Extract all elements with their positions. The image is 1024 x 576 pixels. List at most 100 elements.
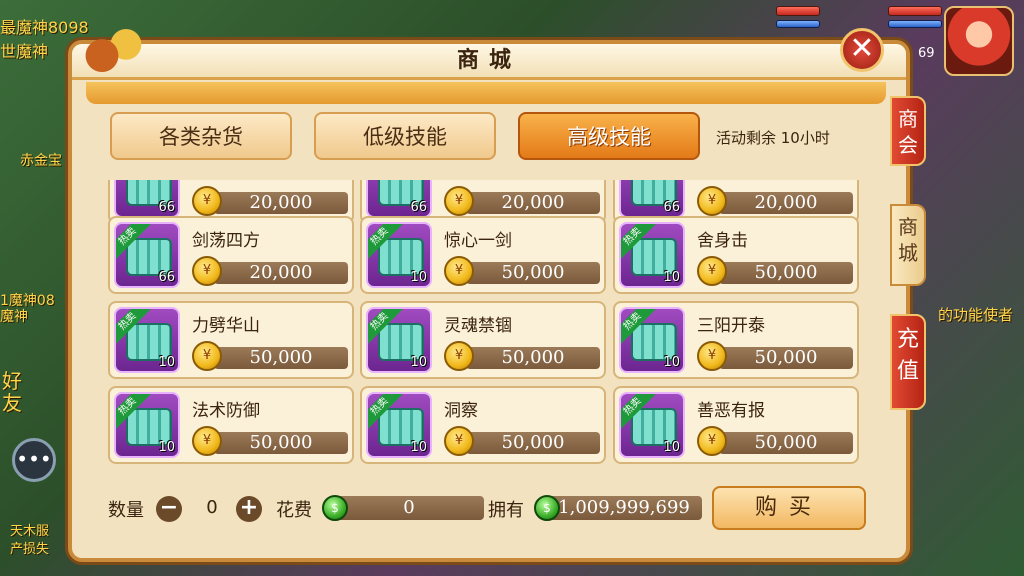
npc-label: 世魔神 <box>0 42 49 61</box>
item-card[interactable]: 热卖 10 灵魂禁锢 50,000 ¥ <box>360 301 606 379</box>
player-avatar[interactable] <box>944 6 1014 76</box>
shop-title-bar: 商城 <box>72 44 906 80</box>
item-price: 50,000 <box>719 432 853 454</box>
item-quantity: 10 <box>410 440 427 455</box>
side-tab-recharge[interactable]: 充值 <box>890 314 926 410</box>
item-card[interactable]: 热卖 10 惊心一剑 50,000 ¥ <box>360 216 606 294</box>
gold-coin-icon: ¥ <box>444 186 474 216</box>
skill-book-icon: 热卖 10 <box>619 307 685 373</box>
item-card[interactable]: 热卖 10 三阳开泰 50,000 ¥ <box>613 301 859 379</box>
item-quantity: 66 <box>158 270 175 285</box>
item-name: 洞察 <box>444 401 478 421</box>
npc-label: 魔神 <box>0 309 28 325</box>
gold-coin-icon: ¥ <box>697 341 727 371</box>
item-card[interactable]: 热卖 10 善恶有报 50,000 ¥ <box>613 386 859 464</box>
npc-label: 最魔神8098 <box>0 18 89 37</box>
skill-book-icon: 热卖 10 <box>619 222 685 288</box>
close-button[interactable]: ✕ <box>840 28 884 72</box>
skill-book-icon: 66 <box>619 180 685 218</box>
decrease-quantity-button[interactable]: − <box>156 496 182 522</box>
item-name: 惊心一剑 <box>444 231 512 251</box>
item-price: 20,000 <box>719 192 853 214</box>
item-price: 50,000 <box>719 347 853 369</box>
item-quantity: 66 <box>663 200 680 215</box>
item-price: 50,000 <box>466 432 600 454</box>
tab-high-skills[interactable]: 高级技能 <box>518 112 700 160</box>
tab-misc-goods[interactable]: 各类杂货 <box>110 112 292 160</box>
npc-label: 赤金宝 <box>20 153 62 169</box>
shop-title: 商城 <box>456 48 521 73</box>
jade-currency-icon: $ <box>534 495 560 521</box>
item-price: 50,000 <box>466 262 600 284</box>
side-tab-guild-shop[interactable]: 商会 <box>890 96 926 166</box>
player-hp-bar <box>888 6 942 16</box>
npc-label: 的功能使者 <box>938 306 1014 324</box>
npc-label: 天木服 <box>10 524 50 539</box>
side-tab-mall[interactable]: 商城 <box>890 204 926 286</box>
quantity-label: 数量 <box>108 500 144 521</box>
cost-value: 0 <box>334 496 484 520</box>
gold-coin-icon: ¥ <box>444 426 474 456</box>
item-name: 剑荡四方 <box>192 231 260 251</box>
chat-bubble-icon[interactable]: ••• <box>12 438 56 482</box>
gold-coin-icon: ¥ <box>697 426 727 456</box>
increase-quantity-button[interactable]: + <box>236 496 262 522</box>
gold-coin-icon: ¥ <box>192 341 222 371</box>
item-price: 20,000 <box>466 192 600 214</box>
item-quantity: 10 <box>410 355 427 370</box>
gold-coin-icon: ¥ <box>697 186 727 216</box>
event-remaining-text: 活动剩余 10小时 <box>716 129 830 147</box>
title-ribbon <box>86 82 886 104</box>
quantity-value[interactable]: 0 <box>200 497 224 518</box>
item-quantity: 10 <box>410 270 427 285</box>
skill-book-icon: 热卖 10 <box>114 392 180 458</box>
item-price: 50,000 <box>214 432 348 454</box>
item-quantity: 10 <box>158 355 175 370</box>
skill-book-icon: 热卖 10 <box>114 307 180 373</box>
item-price: 50,000 <box>214 347 348 369</box>
item-card[interactable]: 热卖 10 舍身击 50,000 ¥ <box>613 216 859 294</box>
skill-book-icon: 热卖 10 <box>366 392 432 458</box>
item-price: 20,000 <box>214 192 348 214</box>
npc-label: 产损失 <box>10 542 50 557</box>
item-quantity: 66 <box>410 200 427 215</box>
item-name: 法术防御 <box>192 401 260 421</box>
gold-coin-icon: ¥ <box>697 256 727 286</box>
item-grid[interactable]: 66 20,000 ¥66 20,000 ¥66 20,000 ¥ 热卖 66 剑荡四方 20,00… <box>108 180 868 468</box>
item-card[interactable]: 热卖 66 剑荡四方 20,000 ¥ <box>108 216 354 294</box>
item-quantity: 66 <box>158 200 175 215</box>
item-quantity: 10 <box>663 270 680 285</box>
item-name: 舍身击 <box>697 231 748 251</box>
skill-book-icon: 66 <box>114 180 180 218</box>
skill-book-icon: 热卖 66 <box>114 222 180 288</box>
item-quantity: 10 <box>158 440 175 455</box>
npc-label: 好友 <box>2 369 22 415</box>
mascot-logo-icon <box>84 22 144 78</box>
item-price: 50,000 <box>719 262 853 284</box>
item-name: 灵魂禁锢 <box>444 316 512 336</box>
item-quantity: 10 <box>663 440 680 455</box>
item-name: 力劈华山 <box>192 316 260 336</box>
skill-book-icon: 热卖 10 <box>366 222 432 288</box>
gold-coin-icon: ¥ <box>444 341 474 371</box>
skill-book-icon: 66 <box>366 180 432 218</box>
item-name: 善恶有报 <box>697 401 765 421</box>
item-card[interactable]: 热卖 10 洞察 50,000 ¥ <box>360 386 606 464</box>
gold-coin-icon: ¥ <box>444 256 474 286</box>
item-price: 20,000 <box>214 262 348 284</box>
cost-label: 花费 <box>276 500 312 521</box>
skill-book-icon: 热卖 10 <box>366 307 432 373</box>
item-card[interactable]: 热卖 10 法术防御 50,000 ¥ <box>108 386 354 464</box>
jade-currency-icon: $ <box>322 495 348 521</box>
item-quantity: 10 <box>663 355 680 370</box>
player-mp-bar <box>888 20 942 28</box>
tab-low-skills[interactable]: 低级技能 <box>314 112 496 160</box>
owned-value: 1,009,999,699 <box>546 496 702 520</box>
gold-coin-icon: ¥ <box>192 186 222 216</box>
item-name: 三阳开泰 <box>697 316 765 336</box>
pet-mp-bar <box>776 20 820 28</box>
pet-hp-bar <box>776 6 820 16</box>
buy-button[interactable]: 购买 <box>712 486 866 530</box>
item-card[interactable]: 热卖 10 力劈华山 50,000 ¥ <box>108 301 354 379</box>
skill-book-icon: 热卖 10 <box>619 392 685 458</box>
